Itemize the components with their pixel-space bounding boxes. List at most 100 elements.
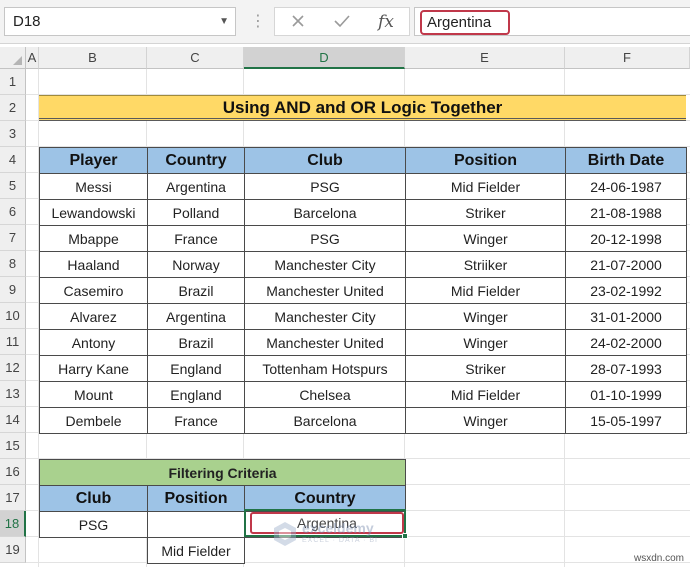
cell-position[interactable]: Winger	[405, 303, 566, 330]
row-header-9[interactable]: 9	[0, 277, 26, 303]
cell-country[interactable]: Brazil	[147, 277, 245, 304]
cell-position[interactable]: Mid Fielder	[405, 173, 566, 200]
cell-birth-date[interactable]: 24-02-2000	[565, 329, 687, 356]
row-header-16[interactable]: 16	[0, 459, 26, 485]
cell-club[interactable]: Manchester United	[244, 329, 406, 356]
cell-club[interactable]: PSG	[244, 225, 406, 252]
cell-position[interactable]: Mid Fielder	[405, 381, 566, 408]
cell-club[interactable]: PSG	[244, 173, 406, 200]
header-position[interactable]: Position	[405, 147, 566, 174]
criteria-position-cell-2[interactable]: Mid Fielder	[147, 537, 245, 564]
row-header-3[interactable]: 3	[0, 121, 26, 147]
formula-input[interactable]: Argentina	[414, 7, 690, 36]
column-header-d[interactable]: D	[244, 47, 405, 69]
cell-birth-date[interactable]: 31-01-2000	[565, 303, 687, 330]
cell-club[interactable]: Manchester United	[244, 277, 406, 304]
cell-player[interactable]: Haaland	[39, 251, 148, 278]
column-header-f[interactable]: F	[565, 47, 690, 69]
cell-country[interactable]: Polland	[147, 199, 245, 226]
table-row: Mbappe France PSG Winger 20-12-1998	[39, 225, 687, 252]
cell-birth-date[interactable]: 28-07-1993	[565, 355, 687, 382]
fx-icon[interactable]: fx	[371, 10, 401, 34]
criteria-club-cell[interactable]: PSG	[39, 511, 148, 538]
cell-position[interactable]: Striiker	[405, 251, 566, 278]
more-options-icon[interactable]: ⋮	[250, 10, 266, 34]
cell-position[interactable]: Mid Fielder	[405, 277, 566, 304]
cell-player[interactable]: Casemiro	[39, 277, 148, 304]
cell-country[interactable]: France	[147, 407, 245, 434]
cell-club[interactable]: Tottenham Hotspurs	[244, 355, 406, 382]
cell-country[interactable]: Brazil	[147, 329, 245, 356]
cell-country[interactable]: Argentina	[147, 173, 245, 200]
criteria-title[interactable]: Filtering Criteria	[38, 459, 407, 486]
cell-club[interactable]: Barcelona	[244, 407, 406, 434]
header-birth-date[interactable]: Birth Date	[565, 147, 687, 174]
row-header-1[interactable]: 1	[0, 69, 26, 95]
cell-player[interactable]: Messi	[39, 173, 148, 200]
check-icon[interactable]	[327, 10, 357, 34]
criteria-header-country[interactable]: Country	[243, 485, 407, 512]
cell-player[interactable]: Mbappe	[39, 225, 148, 252]
chevron-down-icon[interactable]: ▼	[219, 8, 229, 35]
cell-player[interactable]: Harry Kane	[39, 355, 148, 382]
cell-player[interactable]: Mount	[39, 381, 148, 408]
cell-position[interactable]: Striker	[405, 355, 566, 382]
row-header-17[interactable]: 17	[0, 485, 26, 511]
row-header-12[interactable]: 12	[0, 355, 26, 381]
header-player[interactable]: Player	[39, 147, 148, 174]
cell-country[interactable]: Norway	[147, 251, 245, 278]
cell-position[interactable]: Winger	[405, 225, 566, 252]
criteria-header-position[interactable]: Position	[147, 485, 245, 512]
cell-birth-date[interactable]: 01-10-1999	[565, 381, 687, 408]
cell-position[interactable]: Winger	[405, 407, 566, 434]
row-header-7[interactable]: 7	[0, 225, 26, 251]
row-header-13[interactable]: 13	[0, 381, 26, 407]
header-club[interactable]: Club	[244, 147, 406, 174]
formula-value[interactable]: Argentina	[420, 10, 510, 35]
cell-birth-date[interactable]: 21-08-1988	[565, 199, 687, 226]
row-header-10[interactable]: 10	[0, 303, 26, 329]
cell-birth-date[interactable]: 15-05-1997	[565, 407, 687, 434]
column-header-b[interactable]: B	[39, 47, 147, 69]
row-header-19[interactable]: 19	[0, 537, 26, 563]
cell-country[interactable]: France	[147, 225, 245, 252]
row-header-6[interactable]: 6	[0, 199, 26, 225]
row-header-14[interactable]: 14	[0, 407, 26, 433]
name-box-value: D18	[13, 13, 41, 30]
row-header-18[interactable]: 18	[0, 511, 26, 537]
cell-birth-date[interactable]: 24-06-1987	[565, 173, 687, 200]
cell-position[interactable]: Striker	[405, 199, 566, 226]
cell-player[interactable]: Dembele	[39, 407, 148, 434]
row-header-15[interactable]: 15	[0, 433, 26, 459]
row-header-8[interactable]: 8	[0, 251, 26, 277]
cell-player[interactable]: Alvarez	[39, 303, 148, 330]
cell-country[interactable]: Argentina	[147, 303, 245, 330]
cell-club[interactable]: Chelsea	[244, 381, 406, 408]
x-icon[interactable]	[283, 10, 313, 34]
cell-birth-date[interactable]: 23-02-1992	[565, 277, 687, 304]
criteria-club-cell-2[interactable]	[40, 538, 148, 564]
cell-country[interactable]: England	[147, 355, 245, 382]
name-box[interactable]: D18 ▼	[4, 7, 236, 36]
header-country[interactable]: Country	[147, 147, 245, 174]
row-header-2[interactable]: 2	[0, 95, 26, 121]
column-header-a[interactable]: A	[26, 47, 39, 69]
cell-position[interactable]: Winger	[405, 329, 566, 356]
cell-player[interactable]: Lewandowski	[39, 199, 148, 226]
criteria-header-club[interactable]: Club	[39, 485, 148, 512]
cell-country[interactable]: England	[147, 381, 245, 408]
select-all-corner[interactable]	[0, 47, 26, 69]
column-header-e[interactable]: E	[405, 47, 565, 69]
cell-club[interactable]: Manchester City	[244, 251, 406, 278]
row-header-5[interactable]: 5	[0, 173, 26, 199]
cell-club[interactable]: Manchester City	[244, 303, 406, 330]
column-header-c[interactable]: C	[147, 47, 244, 69]
criteria-position-cell[interactable]	[147, 511, 245, 538]
cell-birth-date[interactable]: 20-12-1998	[565, 225, 687, 252]
cell-club[interactable]: Barcelona	[244, 199, 406, 226]
row-header-11[interactable]: 11	[0, 329, 26, 355]
watermark-tagline: EXCEL · DATA · BI	[302, 537, 378, 544]
cell-birth-date[interactable]: 21-07-2000	[565, 251, 687, 278]
cell-player[interactable]: Antony	[39, 329, 148, 356]
row-header-4[interactable]: 4	[0, 147, 26, 173]
